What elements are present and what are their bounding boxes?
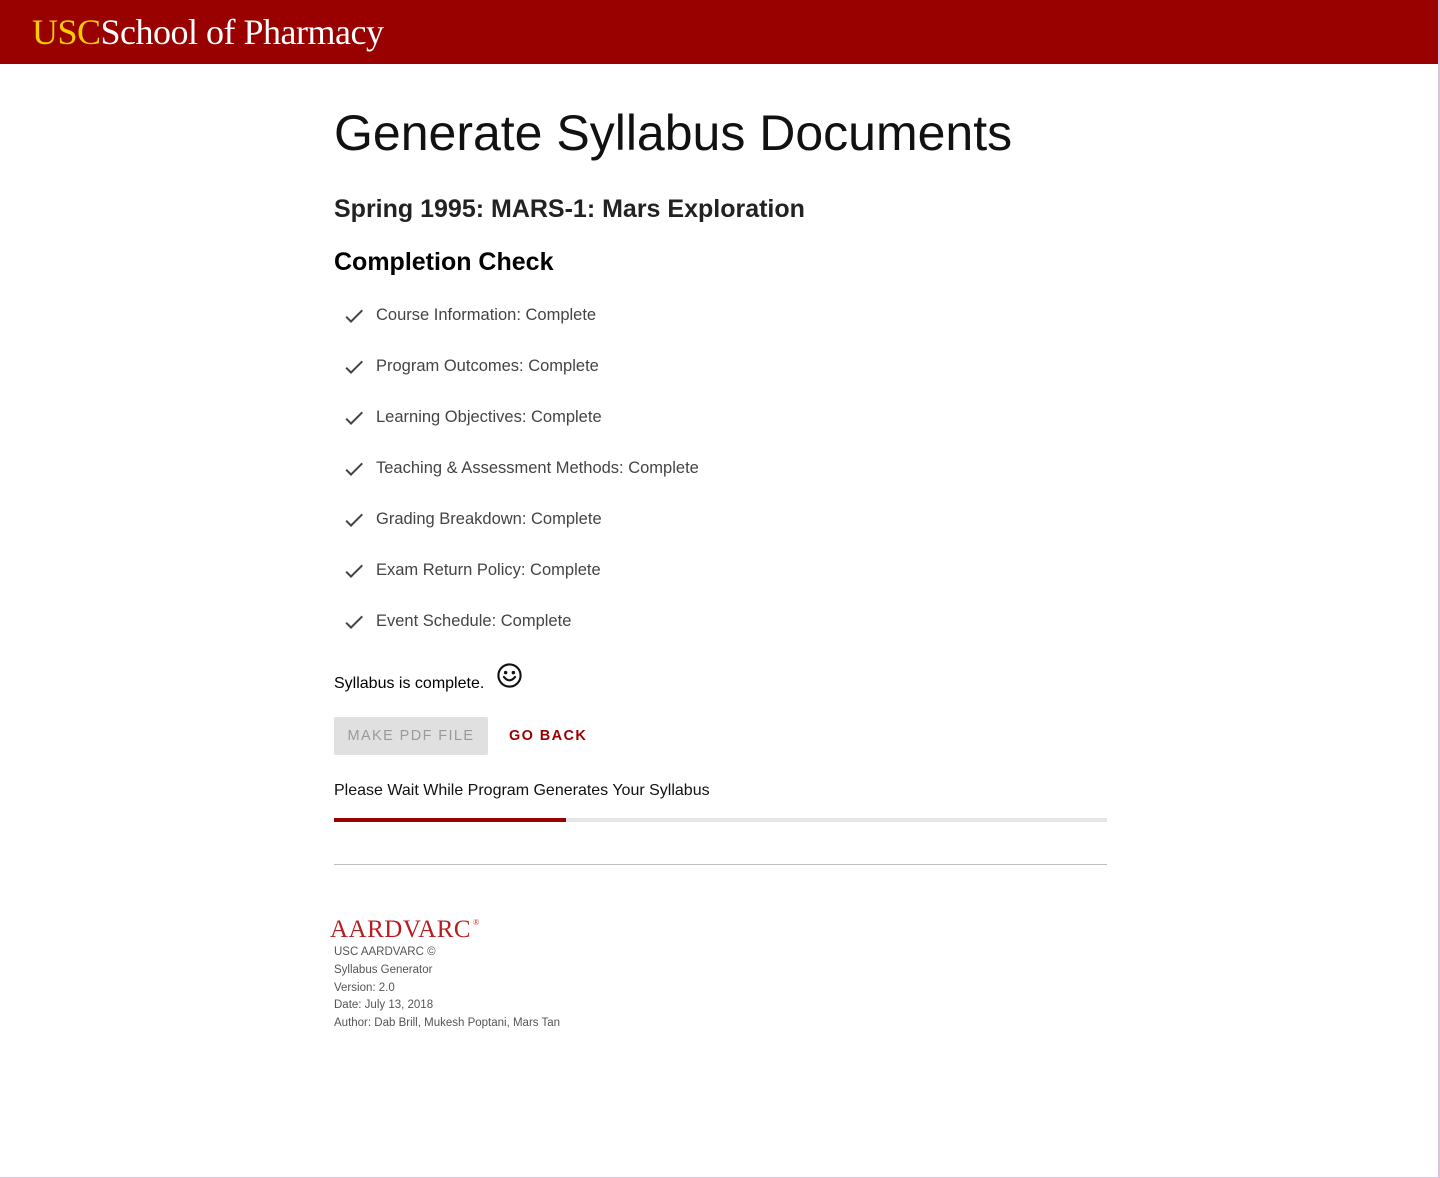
- checklist-item: Grading Breakdown: Complete: [334, 494, 699, 545]
- checklist-item-label: Grading Breakdown: Complete: [376, 510, 602, 528]
- page-title: Generate Syllabus Documents: [334, 105, 1013, 161]
- checklist-item: Exam Return Policy: Complete: [334, 545, 699, 596]
- usc-pharmacy-logo[interactable]: USC School of Pharmacy: [32, 11, 384, 53]
- checklist-item: Program Outcomes: Complete: [334, 341, 699, 392]
- footer-line: Version: 2.0: [334, 981, 395, 994]
- checklist-item: Learning Objectives: Complete: [334, 392, 699, 443]
- checklist-item-label: Program Outcomes: Complete: [376, 357, 599, 375]
- smiley-icon: [496, 662, 523, 689]
- check-icon: [342, 610, 366, 634]
- checklist-item: Teaching & Assessment Methods: Complete: [334, 443, 699, 494]
- checklist-item-label: Teaching & Assessment Methods: Complete: [376, 459, 699, 477]
- footer-line: Date: July 13, 2018: [334, 999, 434, 1012]
- footer: AARDVARC ® USC AARDVARC © Syllabus Genera…: [330, 916, 561, 1033]
- checklist-item: Event Schedule: Complete: [334, 596, 699, 647]
- footer-line: USC AARDVARC ©: [334, 946, 436, 958]
- checklist-item: Course Information: Complete: [334, 290, 699, 341]
- check-icon: [342, 304, 366, 328]
- progress-bar-fill: [334, 818, 566, 822]
- logo-school: School of Pharmacy: [100, 12, 384, 52]
- aardvarc-logo-text: AARDVARC: [330, 916, 472, 943]
- checklist-item-label: Exam Return Policy: Complete: [376, 561, 601, 579]
- completion-status-text: Syllabus is complete.: [334, 675, 485, 692]
- course-title: Spring 1995: MARS-1: Mars Exploration: [334, 195, 805, 223]
- logo-usc: USC: [32, 12, 101, 52]
- divider: [334, 864, 1107, 865]
- check-icon: [342, 508, 366, 532]
- footer-line: Author: Dab Brill, Mukesh Poptani, Mars …: [334, 1017, 561, 1030]
- footer-line: Syllabus Generator: [334, 963, 433, 976]
- checklist-item-label: Learning Objectives: Complete: [376, 408, 602, 426]
- app-header: USC School of Pharmacy: [0, 0, 1438, 64]
- completion-status: Syllabus is complete.: [334, 663, 523, 695]
- completion-check-heading: Completion Check: [334, 248, 554, 276]
- progress-bar: [334, 818, 1107, 822]
- aardvarc-logo: AARDVARC ®: [330, 916, 560, 944]
- checklist-item-label: Event Schedule: Complete: [376, 612, 572, 630]
- make-pdf-button[interactable]: MAKE PDF FILE: [334, 717, 488, 755]
- check-icon: [342, 406, 366, 430]
- go-back-button[interactable]: GO BACK: [498, 717, 598, 755]
- progress-message: Please Wait While Program Generates Your…: [334, 782, 710, 799]
- registered-mark: ®: [473, 918, 480, 927]
- check-icon: [342, 355, 366, 379]
- check-icon: [342, 457, 366, 481]
- check-icon: [342, 559, 366, 583]
- completion-checklist: Course Information: Complete Program Out…: [334, 290, 699, 647]
- checklist-item-label: Course Information: Complete: [376, 306, 597, 324]
